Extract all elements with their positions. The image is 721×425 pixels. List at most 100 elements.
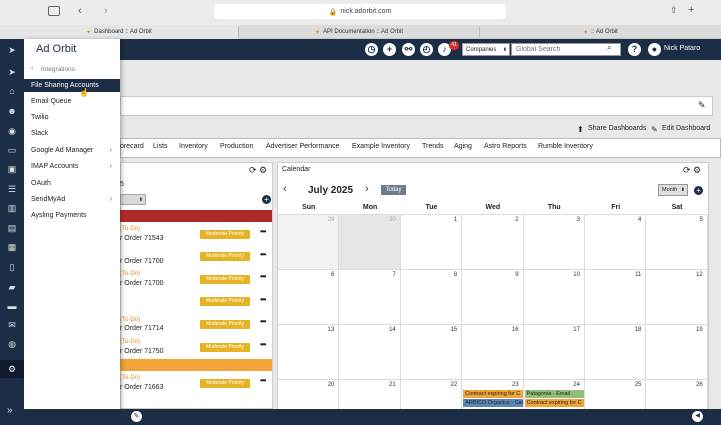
user-name[interactable]: Nick Pataro: [664, 45, 700, 52]
calendar-event[interactable]: Contract expiring for C: [463, 390, 523, 398]
calendar-event[interactable]: Contract expiring for C: [524, 399, 584, 407]
more-icon[interactable]: •••: [260, 295, 266, 304]
help-icon[interactable]: ?: [628, 43, 641, 56]
search-scope-select[interactable]: Companies ⬍: [462, 43, 510, 56]
tab-advertiser-performance[interactable]: Advertiser Performance: [266, 143, 340, 150]
link-icon[interactable]: ⚯: [402, 43, 415, 56]
refresh-icon[interactable]: ⟳: [249, 165, 257, 176]
calendar-icon[interactable]: ▦: [6, 241, 18, 253]
tab-production[interactable]: Production: [220, 143, 253, 150]
add-event-icon[interactable]: +: [694, 186, 703, 195]
share-icon[interactable]: ⇧: [670, 5, 678, 16]
pencil-icon[interactable]: ✎: [698, 100, 706, 111]
calendar-day-cell[interactable]: 19: [646, 325, 708, 380]
task-order[interactable]: r Order 71543: [120, 235, 164, 242]
tab-inventory[interactable]: Inventory: [179, 143, 208, 150]
calendar-day-cell[interactable]: 30: [339, 215, 401, 270]
clock-icon[interactable]: ◷: [365, 43, 378, 56]
menu-item-oauth[interactable]: OAuth: [24, 177, 120, 190]
edit-dashboard-icon[interactable]: ✎: [651, 125, 658, 134]
calendar-day-cell[interactable]: 10: [523, 270, 585, 325]
calendar-day-cell[interactable]: 5: [646, 215, 708, 270]
card-icon[interactable]: ▭: [6, 144, 18, 156]
tab-ad-orbit[interactable]: ✦:: Ad Orbit: [480, 25, 721, 39]
box-icon[interactable]: ▥: [6, 202, 18, 214]
breadcrumb[interactable]: Integrations: [41, 66, 75, 73]
new-tab-icon[interactable]: +: [688, 4, 694, 16]
tab-api-docs[interactable]: ✦ API Documentation :: Ad Orbit: [239, 25, 479, 39]
back-chevron-icon[interactable]: ‹: [31, 65, 33, 72]
back-icon[interactable]: ‹: [78, 5, 82, 17]
rocket-icon[interactable]: ➤: [6, 44, 18, 56]
clipboard-icon[interactable]: ▤: [6, 222, 18, 234]
address-bar[interactable]: 🔒 nick.adorbit.com: [214, 4, 506, 19]
add-icon[interactable]: +: [383, 43, 396, 56]
image-icon[interactable]: ▣: [6, 163, 18, 175]
forward-icon[interactable]: ›: [104, 5, 108, 17]
sidebar-toggle-icon[interactable]: [48, 6, 60, 16]
menu-item-google-ad-manager[interactable]: Google Ad Manager ›: [24, 144, 120, 157]
calendar-day-cell[interactable]: 11: [585, 270, 647, 325]
calendar-day-cell[interactable]: 7: [339, 270, 401, 325]
edit-dashboard-button[interactable]: Edit Dashboard: [662, 125, 710, 132]
task-order[interactable]: r Order 71700: [120, 258, 164, 265]
tab-example-inventory[interactable]: Example Inventory: [352, 143, 410, 150]
mail-icon[interactable]: ✉: [6, 319, 18, 331]
next-month-icon[interactable]: ›: [365, 183, 369, 195]
expand-icon[interactable]: »: [7, 405, 13, 416]
calendar-day-cell[interactable]: 14: [339, 325, 401, 380]
share-dashboards-button[interactable]: Share Dashboards: [588, 125, 646, 132]
refresh-icon[interactable]: ⟳: [683, 165, 691, 176]
tab-lists[interactable]: Lists: [153, 143, 167, 150]
calendar-day-cell[interactable]: 6: [278, 270, 340, 325]
calendar-day-cell[interactable]: 4: [585, 215, 647, 270]
menu-item-sendmyad[interactable]: SendMyAd ›: [24, 193, 120, 206]
calendar-day-cell[interactable]: 17: [523, 325, 585, 380]
calendar-event[interactable]: ARBICO Organics - Cat: [463, 399, 523, 407]
add-task-icon[interactable]: +: [262, 195, 271, 204]
list-icon[interactable]: ☰: [6, 183, 18, 195]
truck-icon[interactable]: ▰: [6, 281, 18, 293]
edit-circle-icon[interactable]: ✎: [131, 411, 142, 422]
view-select[interactable]: Month ⬍: [658, 184, 688, 196]
global-search-input[interactable]: [511, 43, 621, 56]
more-icon[interactable]: •••: [260, 272, 266, 281]
calendar-day-cell[interactable]: 3: [523, 215, 585, 270]
chat-icon[interactable]: ◉: [6, 125, 18, 137]
tab-rumble-inventory[interactable]: Rumble Inventory: [538, 143, 593, 150]
today-button[interactable]: Today: [381, 185, 406, 195]
settings-item-active[interactable]: ⚙: [0, 360, 24, 378]
calendar-day-cell[interactable]: 8: [400, 270, 463, 325]
settings-icon[interactable]: ⚙: [693, 165, 701, 176]
menu-item-file-sharing-accounts[interactable]: File Sharing Accounts: [24, 79, 120, 92]
menu-item-imap-accounts[interactable]: IMAP Accounts ›: [24, 160, 120, 173]
tab-astro-reports[interactable]: Astro Reports: [484, 143, 527, 150]
task-order[interactable]: r Order 71750: [120, 348, 164, 355]
avatar[interactable]: ●: [648, 43, 661, 56]
menu-item-aysling-payments[interactable]: Aysling Payments: [24, 209, 120, 222]
prev-month-icon[interactable]: ‹: [283, 183, 287, 195]
menu-item-slack[interactable]: Slack: [24, 127, 120, 140]
megaphone-icon[interactable]: ◀: [692, 411, 703, 422]
tab-scorecard[interactable]: orecard: [120, 143, 144, 150]
support-icon[interactable]: ◍: [6, 338, 18, 350]
calendar-day-cell[interactable]: 13: [278, 325, 340, 380]
calendar-day-cell[interactable]: 15: [400, 325, 463, 380]
tab-trends[interactable]: Trends: [422, 143, 444, 150]
task-order[interactable]: r Order 71714: [120, 325, 164, 332]
folder-icon[interactable]: ▬: [6, 300, 18, 312]
contacts-icon[interactable]: ☻: [6, 105, 18, 117]
calendar-day-cell[interactable]: 18: [585, 325, 647, 380]
more-icon[interactable]: •••: [260, 250, 266, 259]
calendar-day-cell[interactable]: 29: [278, 215, 340, 270]
calendar-day-cell[interactable]: 12: [646, 270, 708, 325]
more-icon[interactable]: •••: [260, 340, 266, 349]
document-icon[interactable]: ▯: [6, 261, 18, 273]
calendar-day-cell[interactable]: 9: [462, 270, 524, 325]
calendar-day-cell[interactable]: 2: [462, 215, 524, 270]
task-order[interactable]: r Order 71663: [120, 384, 164, 391]
launch-icon[interactable]: ➤: [6, 66, 18, 78]
calendar-day-cell[interactable]: 1: [400, 215, 463, 270]
settings-icon[interactable]: ⚙: [259, 165, 267, 176]
menu-item-email-queue[interactable]: Email Queue: [24, 95, 120, 108]
